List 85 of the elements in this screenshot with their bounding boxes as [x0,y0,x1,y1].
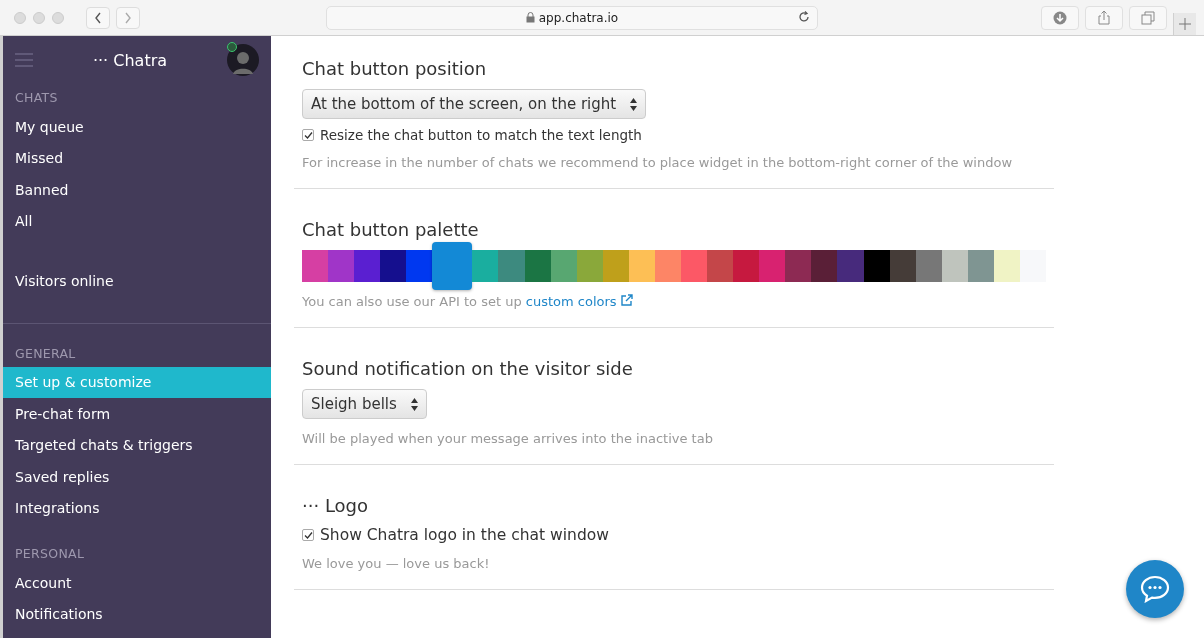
brand-name: ··· Chatra [91,50,169,70]
hint-text: We love you — love us back! [302,556,491,571]
position-dropdown[interactable]: At the bottom of the screen, on the right [302,89,647,119]
hint-text: You can also use our API to set up custom colors [302,294,1054,309]
hint-text: For increase in the number of chats we recommend to place widget in the bottom-right corner of the window [302,155,1014,170]
sidebar-item[interactable]: All [3,205,271,237]
sidebar-item[interactable]: My queue [3,111,271,143]
checkbox[interactable] [302,129,314,141]
hint-text: Will be played when your message arrives into the inactive tab [302,431,714,446]
url-text: app.chatra.io [538,10,619,25]
color-swatch[interactable] [889,250,916,282]
color-swatch[interactable] [733,250,760,282]
color-swatch[interactable] [380,250,407,282]
color-swatch[interactable] [328,250,355,282]
color-swatch[interactable] [837,250,864,282]
section-title: ··· Logo [302,495,370,516]
color-swatch[interactable] [498,250,525,282]
back-button[interactable] [86,6,110,29]
color-swatch[interactable] [993,250,1021,282]
online-status-icon [227,42,237,52]
share-icon [1098,10,1110,25]
color-swatch[interactable] [628,250,655,282]
forward-button[interactable] [116,6,140,29]
menu-icon[interactable] [15,53,33,67]
color-swatch[interactable] [472,250,499,282]
close-window-icon[interactable] [14,11,26,24]
sidebar-item[interactable]: Banned [3,174,271,206]
custom-colors-link[interactable]: custom colors [525,294,633,309]
section-title: Sound notification on the visitor side [302,358,634,379]
color-swatch[interactable] [811,250,838,282]
color-swatch[interactable] [1020,250,1047,282]
color-swatch[interactable] [654,250,681,282]
address-bar[interactable]: app.chatra.io [326,5,818,30]
sidebar-item[interactable]: Integrations [3,492,271,524]
avatar[interactable] [227,44,259,76]
color-swatch[interactable] [354,250,381,282]
sidebar-item[interactable]: Visitors online [3,265,271,297]
color-swatch[interactable] [524,250,551,282]
color-swatch[interactable] [302,250,329,282]
color-swatch[interactable] [915,250,942,282]
new-tab-button[interactable] [1173,12,1196,35]
plus-icon [1179,17,1191,30]
color-swatch[interactable] [406,250,433,282]
share-button[interactable] [1085,5,1123,30]
forward-icon [124,11,132,24]
speech-bubble-icon [1140,575,1170,603]
section-title: Chat button palette [302,219,480,240]
checkbox-label[interactable]: Resize the chat button to match the text length [320,127,642,143]
back-icon [94,11,102,24]
download-icon [1053,10,1067,25]
external-link-icon [620,294,633,306]
section-title: Chat button position [302,58,488,79]
color-swatch[interactable] [707,250,734,282]
color-swatch[interactable] [941,250,968,282]
color-swatch[interactable] [785,250,812,282]
chat-button[interactable] [1126,560,1184,618]
color-swatch[interactable] [681,250,708,282]
sidebar-item[interactable]: Pre-chat form [3,398,271,430]
dropdown-arrows-icon [410,397,418,411]
reload-icon[interactable] [797,9,811,24]
sidebar-item[interactable]: Account [3,567,271,599]
sidebar-item[interactable]: Missed [3,142,271,174]
color-swatch[interactable] [863,250,890,282]
checkbox[interactable] [302,529,314,541]
color-swatch[interactable] [967,250,994,282]
section-heading: GENERAL [14,344,77,363]
color-swatch[interactable] [602,250,629,282]
section-heading: PERSONAL [14,545,86,563]
checkbox-label[interactable]: Show Chatra logo in the chat window [320,526,609,544]
sidebar-item[interactable]: Targeted chats & triggers [3,429,271,461]
minimize-window-icon[interactable] [33,11,45,24]
color-swatch[interactable] [432,242,473,290]
download-button[interactable] [1041,5,1079,30]
color-swatch[interactable] [759,250,786,282]
tabs-button[interactable] [1129,5,1167,30]
color-swatch[interactable] [550,250,577,282]
tabs-icon [1141,10,1155,25]
sound-dropdown[interactable]: Sleigh bells [302,389,427,419]
lock-icon [525,12,535,23]
dropdown-arrows-icon [630,97,638,111]
color-swatch[interactable] [576,250,603,282]
section-heading: CHATS [14,89,59,107]
sidebar-item[interactable]: Saved replies [3,461,271,493]
zoom-window-icon[interactable] [52,11,64,24]
sidebar-item[interactable]: Notifications [3,598,271,630]
